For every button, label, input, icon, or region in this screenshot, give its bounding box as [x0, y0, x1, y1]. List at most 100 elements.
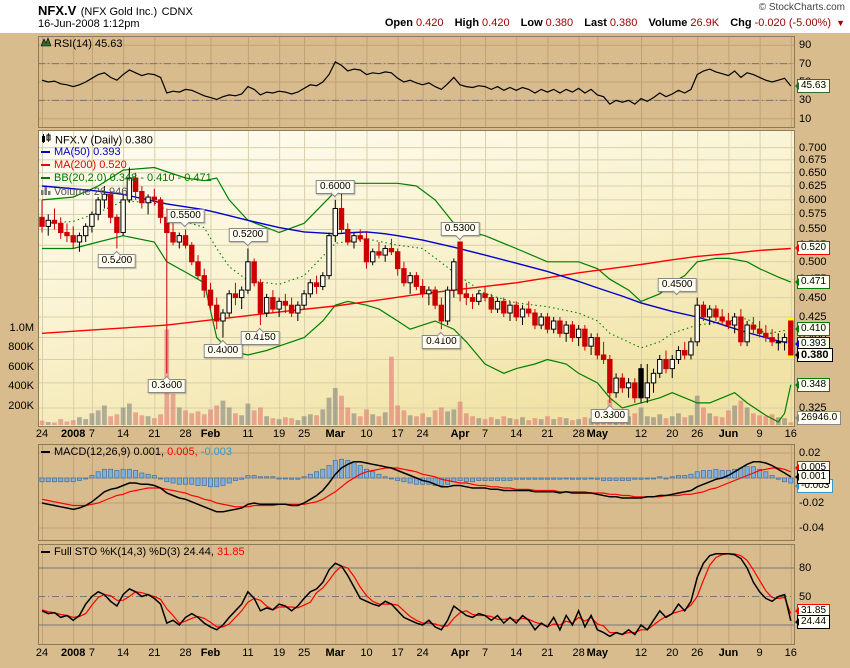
bb-dash-icon	[41, 177, 50, 179]
date-tick-label: 21	[148, 428, 160, 440]
date-tick-label: 9	[757, 428, 763, 440]
date-tick-label: 17	[392, 647, 404, 659]
date-tick-label: 10	[360, 428, 372, 440]
macd-axis-label: -0.04	[799, 522, 824, 534]
rsi-legend-label: RSI(14) 45.63	[54, 38, 122, 50]
date-tick-label: 28	[179, 428, 191, 440]
price-annotation: 0.6000	[316, 180, 355, 194]
price-annotation: 0.5300	[441, 222, 480, 236]
date-tick-label: 14	[510, 428, 522, 440]
sto-legend-main: Full STO %K(14,3) %D(3) 24.44,	[54, 546, 214, 558]
date-tick-label: 28	[573, 428, 585, 440]
price-annotation: 0.5200	[229, 228, 268, 242]
axis-arrow-icon	[791, 82, 799, 90]
last-value: 0.380	[610, 17, 638, 29]
date-tick-label: 7	[89, 428, 95, 440]
price-axis-label: 0.625	[799, 180, 827, 192]
date-tick-label: Jun	[719, 647, 739, 659]
date-tick-label: Mar	[325, 428, 345, 440]
volume-bars-icon	[41, 185, 51, 199]
sto-legend: Full STO %K(14,3) %D(3) 24.44, 31.85	[41, 546, 245, 559]
date-tick-label: 24	[36, 647, 48, 659]
timestamp: 16-Jun-2008 1:12pm	[38, 18, 140, 30]
price-axis-label: 0.650	[799, 167, 827, 179]
sto-legend-d: 31.85	[217, 546, 245, 558]
date-tick-label: 14	[510, 647, 522, 659]
ma200-legend-label: MA(200) 0.520	[54, 159, 127, 171]
date-tick-label: May	[587, 428, 608, 440]
date-tick-label: May	[587, 647, 608, 659]
rsi-axis-label: 90	[799, 39, 811, 51]
date-tick-label: 17	[392, 428, 404, 440]
axis-arrow-icon	[791, 340, 799, 348]
high-value: 0.420	[482, 17, 510, 29]
date-tick-label: 10	[360, 647, 372, 659]
date-tick-label: Jun	[719, 428, 739, 440]
date-tick-label: 21	[541, 428, 553, 440]
date-tick-label: 2008	[61, 428, 85, 440]
date-tick-label: 24	[417, 647, 429, 659]
company-name: (NFX Gold Inc.)	[81, 6, 157, 18]
price-annotation: 0.4100	[422, 335, 461, 349]
volume-axis-label: 1.0M	[0, 322, 34, 334]
date-tick-label: 21	[148, 647, 160, 659]
stochastic-chart	[38, 544, 795, 645]
last-label: Last	[584, 17, 607, 29]
low-value: 0.380	[546, 17, 574, 29]
volume-axis-label: 200K	[0, 400, 34, 412]
open-label: Open	[385, 17, 413, 29]
date-tick-label: 14	[117, 647, 129, 659]
macd-axis-label: 0.02	[799, 447, 820, 459]
date-tick-label: 25	[298, 647, 310, 659]
price-annotation: 0.4150	[241, 331, 280, 345]
volume-axis-label: 400K	[0, 380, 34, 392]
header: NFX.V (NFX Gold Inc.) CDNX 16-Jun-2008 1…	[0, 0, 850, 33]
macd-value-box: 0.001	[797, 470, 830, 484]
date-tick-label: 11	[242, 647, 253, 659]
date-tick-label: 7	[482, 647, 488, 659]
rsi-axis-label: 10	[799, 113, 811, 125]
price-value-box: 0.410	[797, 322, 830, 336]
price-legend: NFX.V (Daily) 0.380 MA(50) 0.393 MA(200)…	[41, 133, 212, 198]
rsi-value-box: 45.63	[797, 79, 830, 93]
price-value-box: 0.380	[797, 348, 833, 362]
date-tick-label: 28	[179, 647, 191, 659]
axis-arrow-icon	[791, 607, 799, 615]
macd-axis-label: -0.02	[799, 497, 824, 509]
macd-legend-main: MACD(12,26,9) 0.001,	[54, 446, 164, 458]
sto-axis-label: 50	[799, 591, 811, 603]
price-value-box: 0.520	[797, 241, 830, 255]
date-tick-label: 24	[36, 428, 48, 440]
price-annotation: 0.4500	[658, 278, 697, 292]
open-value: 0.420	[416, 17, 444, 29]
sto-dash-icon	[41, 551, 50, 553]
date-tick-label: 26	[691, 428, 703, 440]
axis-arrow-icon	[791, 325, 799, 333]
bb-legend-label: BB(20,2.0) 0.348 - 0.410 - 0.471	[54, 172, 212, 184]
date-tick-label: 2008	[61, 647, 85, 659]
quote-strip: Open0.420 High0.420 Low0.380 Last0.380 V…	[377, 17, 845, 29]
date-tick-label: Apr	[451, 428, 470, 440]
axis-arrow-icon	[791, 278, 799, 286]
price-annotation: 0.3600	[148, 379, 187, 393]
volume-axis-label: 600K	[0, 361, 34, 373]
axis-arrow-icon	[791, 473, 799, 481]
date-tick-label: 19	[273, 647, 285, 659]
date-tick-label: Apr	[451, 647, 470, 659]
price-annotation: 0.3300	[591, 409, 630, 423]
price-legend-title: NFX.V (Daily) 0.380	[55, 134, 153, 146]
date-tick-label: 28	[573, 647, 585, 659]
price-annotation: 0.5500	[166, 209, 205, 223]
date-tick-label: 16	[785, 428, 797, 440]
price-axis-label: 0.425	[799, 311, 827, 323]
stockchart-page: NFX.V (NFX Gold Inc.) CDNX 16-Jun-2008 1…	[0, 0, 850, 668]
copyright: © StockCharts.com	[759, 2, 845, 13]
sto-axis-label: 80	[799, 562, 811, 574]
date-tick-label: 21	[541, 647, 553, 659]
axis-arrow-icon	[791, 244, 799, 252]
macd-legend-hist: -0.003	[201, 446, 232, 458]
date-tick-label: 19	[273, 428, 285, 440]
date-tick-label: 26	[691, 647, 703, 659]
volume-legend-label: Volume 26,946	[54, 186, 127, 198]
price-value-box: 26946.0	[797, 411, 841, 425]
